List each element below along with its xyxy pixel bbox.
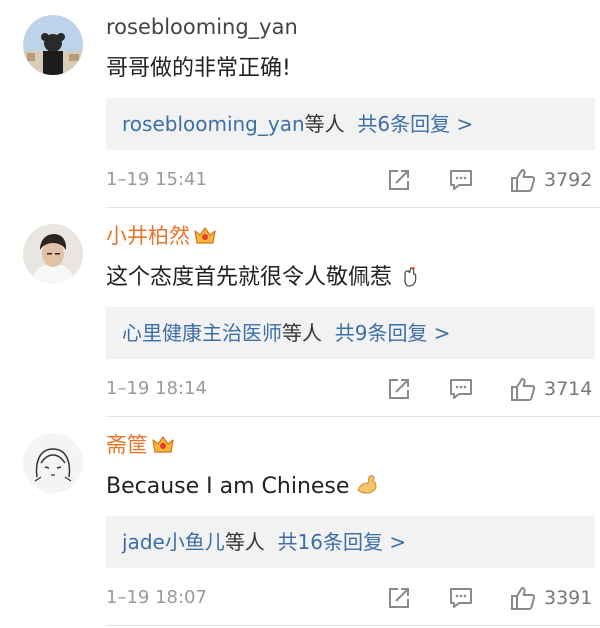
replies-preview[interactable]: jade小鱼儿等人 共16条回复 > [106, 516, 595, 568]
divider [106, 207, 600, 208]
vip-crown-icon [193, 224, 217, 246]
avatar[interactable] [23, 224, 83, 284]
thumbs-up-icon[interactable] [510, 585, 536, 611]
finger-heart-emoji [398, 264, 422, 288]
reply-user-link[interactable]: 心里健康主治医师 [122, 321, 282, 345]
comment-text: Because I am Chinese [106, 472, 379, 502]
comment-item: 斋筐 Because I am Chinese jade小鱼儿等人 共16条回复… [0, 418, 600, 627]
reply-count-link[interactable]: 共16条回复 > [278, 530, 407, 554]
avatar[interactable] [23, 433, 83, 493]
share-square-icon[interactable] [386, 167, 412, 193]
reply-count-link[interactable]: 共9条回复 > [335, 321, 451, 345]
comment-meta: 1–19 18:14 3714 [106, 375, 600, 403]
flexed-biceps-emoji [355, 473, 379, 497]
comment-item: 小井柏然 这个态度首先就很令人敬佩惹 心里健康主治医师等人 共9条回复 > 1–… [0, 209, 600, 418]
replies-preview[interactable]: 心里健康主治医师等人 共9条回复 > [106, 307, 595, 359]
divider [106, 416, 600, 417]
comment-bubble-icon[interactable] [448, 167, 474, 193]
comment-bubble-icon[interactable] [448, 585, 474, 611]
reply-suffix: 等人 [224, 530, 265, 554]
comment-text: 这个态度首先就很令人敬佩惹 [106, 263, 422, 293]
thumbs-up-icon[interactable] [510, 167, 536, 193]
like-count: 3792 [544, 169, 593, 191]
comment-meta: 1–19 15:41 3792 [106, 166, 600, 194]
comment-bubble-icon[interactable] [448, 376, 474, 402]
username[interactable]: 小井柏然 [106, 221, 217, 251]
reply-user-link[interactable]: roseblooming_yan [122, 112, 305, 136]
like-count: 3391 [544, 587, 593, 609]
comment-item: roseblooming_yan 哥哥做的非常正确! roseblooming_… [0, 0, 600, 209]
like-count: 3714 [544, 378, 593, 400]
reply-count-link[interactable]: 共6条回复 > [357, 112, 473, 136]
reply-suffix: 等人 [282, 321, 322, 345]
reply-suffix: 等人 [304, 112, 345, 136]
username[interactable]: roseblooming_yan [106, 12, 298, 42]
reply-user-link[interactable]: jade小鱼儿 [122, 530, 225, 554]
vip-crown-icon [151, 433, 175, 455]
avatar[interactable] [23, 15, 83, 75]
thumbs-up-icon[interactable] [510, 376, 536, 402]
comment-meta: 1–19 18:07 3391 [106, 584, 600, 612]
divider [106, 625, 600, 626]
comment-text: 哥哥做的非常正确! [106, 56, 291, 81]
replies-preview[interactable]: roseblooming_yan等人 共6条回复 > [106, 98, 595, 150]
comment-time: 1–19 15:41 [106, 169, 207, 190]
username[interactable]: 斋筐 [106, 430, 175, 460]
comment-time: 1–19 18:14 [106, 378, 207, 399]
share-square-icon[interactable] [386, 585, 412, 611]
comment-time: 1–19 18:07 [106, 587, 207, 608]
share-square-icon[interactable] [386, 376, 412, 402]
